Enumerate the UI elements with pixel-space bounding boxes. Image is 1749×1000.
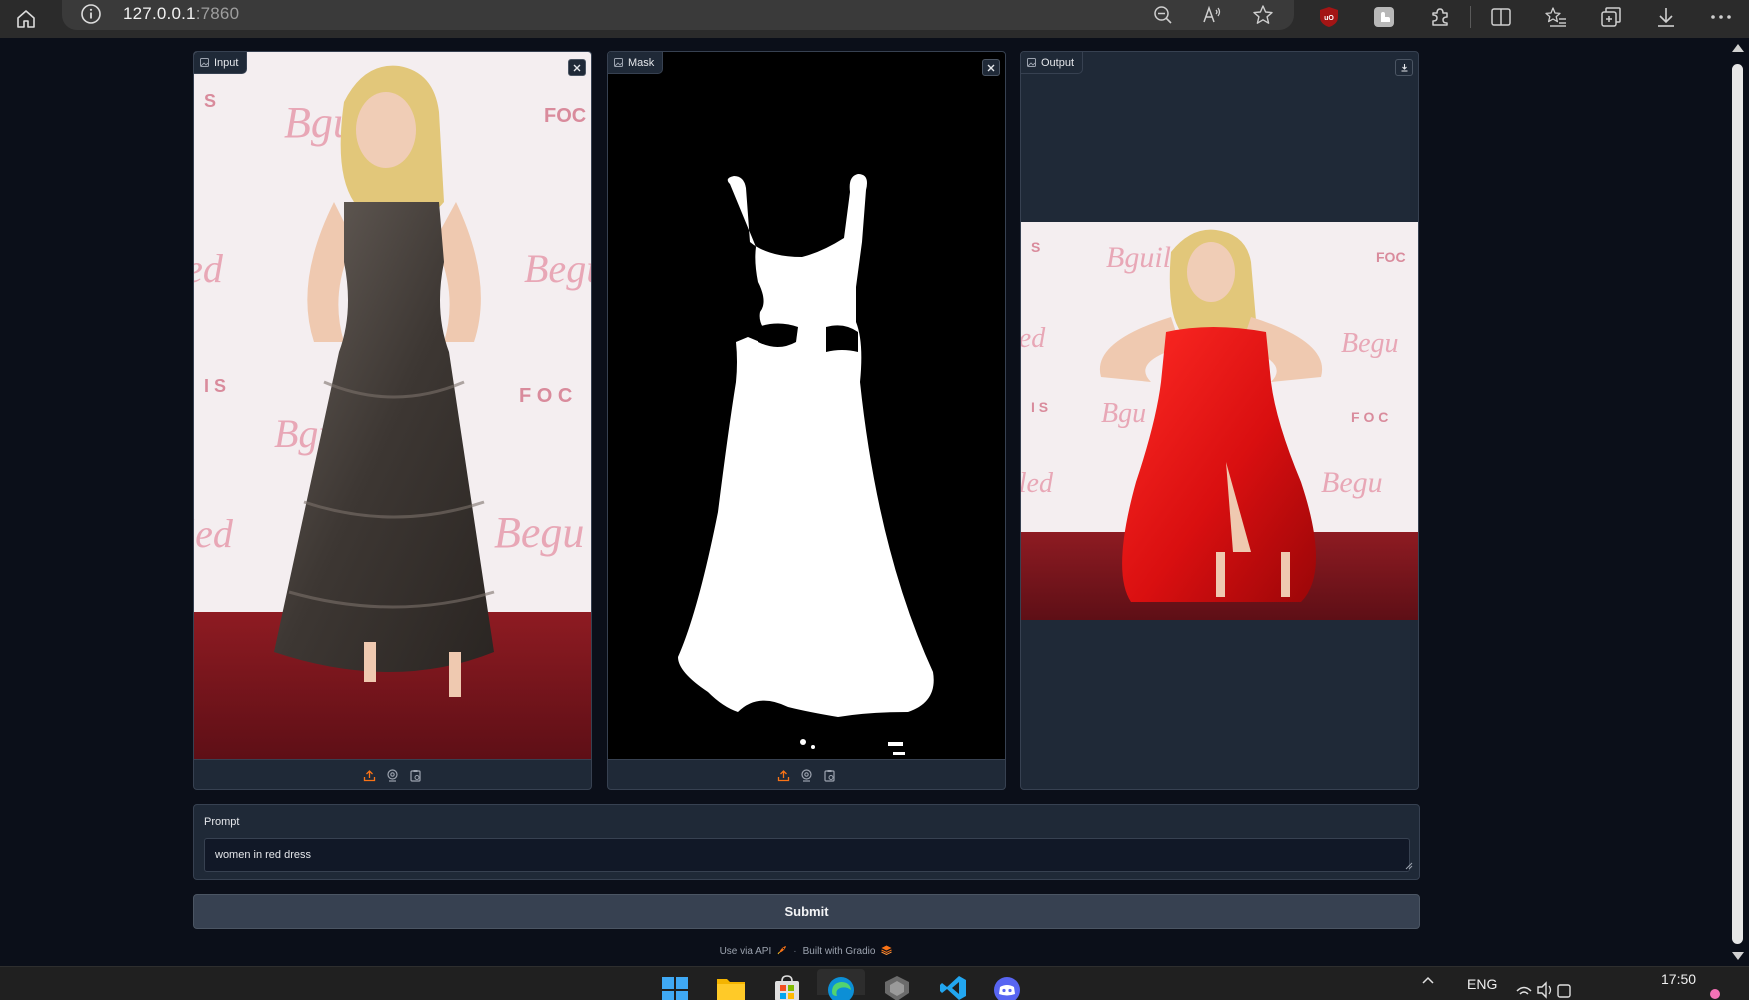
output-image-panel: Bguiled led Begu Bgu iled Begu S FOC I S…: [1020, 51, 1419, 790]
webcam-icon[interactable]: [800, 768, 813, 782]
zoom-out-icon[interactable]: [1149, 2, 1177, 28]
footer-separator: ·: [793, 945, 797, 957]
svg-text:S: S: [1031, 239, 1040, 255]
upload-icon[interactable]: [363, 769, 376, 782]
downloads-icon[interactable]: [1650, 2, 1682, 32]
collections-icon[interactable]: [1595, 2, 1627, 32]
built-with-gradio-link[interactable]: Built with Gradio: [803, 946, 876, 957]
resize-handle-icon[interactable]: [1405, 857, 1413, 875]
extensions-puzzle-icon[interactable]: [1424, 2, 1456, 32]
use-via-api-link[interactable]: Use via API: [720, 946, 772, 957]
tray-chevron-icon[interactable]: [1418, 975, 1438, 1000]
svg-text:uO: uO: [1324, 15, 1334, 22]
svg-text:S: S: [204, 91, 216, 111]
svg-text:Begu: Begu: [524, 246, 591, 291]
output-label-text: Output: [1041, 56, 1075, 69]
network-volume-battery-icon[interactable]: [1514, 975, 1574, 1000]
svg-text:I S: I S: [204, 376, 226, 396]
read-aloud-icon[interactable]: [1199, 2, 1227, 28]
download-icon: [1401, 64, 1407, 72]
input-image-panel: Bguiled led Begu Bgu led Begu S FOC I S …: [193, 51, 592, 790]
scroll-thumb[interactable]: [1732, 64, 1743, 944]
toolbar-divider: [1470, 6, 1471, 28]
clear-input-button[interactable]: [568, 59, 586, 76]
svg-text:F O C: F O C: [519, 385, 572, 407]
upload-icon[interactable]: [777, 769, 790, 782]
site-info-icon[interactable]: [80, 3, 102, 30]
more-menu-icon[interactable]: [1705, 2, 1737, 32]
image-icon: [200, 58, 209, 67]
browser-toolbar: 127.0.0.1:7860 uO: [0, 0, 1749, 38]
submit-button[interactable]: Submit: [193, 894, 1420, 929]
svg-text:iled: iled: [1021, 468, 1054, 499]
split-screen-icon[interactable]: [1485, 2, 1517, 32]
mask-label-text: Mask: [628, 56, 655, 69]
notification-dot[interactable]: [1710, 989, 1720, 999]
clock-time[interactable]: 17:50: [1661, 971, 1696, 987]
address-bar[interactable]: 127.0.0.1:7860: [62, 0, 1294, 30]
close-icon: [573, 64, 581, 71]
image-icon: [614, 58, 623, 67]
download-output-button[interactable]: [1395, 59, 1413, 76]
favorites-list-icon[interactable]: [1540, 2, 1572, 32]
svg-text:led: led: [194, 246, 224, 291]
discord-icon[interactable]: [990, 975, 1024, 1000]
language-indicator[interactable]: ENG: [1467, 976, 1497, 992]
svg-text:I S: I S: [1031, 399, 1048, 415]
output-image[interactable]: Bguiled led Begu Bgu iled Begu S FOC I S…: [1021, 222, 1418, 620]
microsoft-store-icon[interactable]: [770, 975, 804, 1000]
svg-text:F O C: F O C: [1351, 409, 1388, 425]
extension-app-icon[interactable]: [1368, 2, 1400, 32]
webcam-icon[interactable]: [386, 768, 399, 782]
rocket-icon: [777, 945, 787, 958]
prompt-block: Prompt: [193, 804, 1420, 880]
edge-browser-icon[interactable]: [817, 969, 865, 1000]
footer: Use via API · Built with Gradio: [0, 943, 1612, 959]
windows-start-icon[interactable]: [658, 975, 692, 1000]
vscode-icon[interactable]: [936, 975, 970, 1000]
svg-text:Bgu: Bgu: [1101, 398, 1146, 429]
page-scrollbar[interactable]: [1727, 38, 1749, 966]
mask-source-toolbar: [608, 759, 1005, 789]
close-icon: [987, 64, 995, 71]
gradio-logo-icon: [881, 945, 893, 958]
prompt-input[interactable]: [204, 838, 1410, 872]
svg-text:led: led: [1021, 323, 1046, 354]
svg-text:Begu: Begu: [1341, 328, 1399, 359]
input-panel-label: Input: [194, 52, 248, 74]
favorite-star-icon[interactable]: [1249, 2, 1277, 28]
input-image[interactable]: Bguiled led Begu Bgu led Begu S FOC I S …: [194, 52, 591, 759]
input-label-text: Input: [214, 56, 239, 69]
ublock-origin-icon[interactable]: uO: [1313, 2, 1345, 32]
svg-text:Begu: Begu: [1321, 466, 1383, 499]
image-icon: [1027, 58, 1036, 67]
scroll-up-arrow-icon[interactable]: [1732, 44, 1744, 52]
url-port: :7860: [195, 4, 240, 23]
prompt-label: Prompt: [204, 816, 240, 828]
svg-text:Begu: Begu: [494, 508, 584, 557]
scroll-down-arrow-icon[interactable]: [1732, 952, 1744, 960]
home-icon[interactable]: [10, 3, 42, 35]
output-panel-label: Output: [1021, 52, 1084, 74]
url-host: 127.0.0.1: [123, 4, 196, 23]
mask-image[interactable]: [608, 52, 1005, 759]
clipboard-icon[interactable]: [823, 769, 836, 782]
svg-text:FOC: FOC: [544, 105, 586, 127]
svg-text:led: led: [194, 511, 234, 556]
url-text[interactable]: 127.0.0.1:7860: [123, 4, 239, 24]
mask-panel-label: Mask: [608, 52, 664, 74]
clipboard-icon[interactable]: [409, 769, 422, 782]
svg-text:FOC: FOC: [1376, 249, 1406, 265]
mask-image-panel: Mask: [607, 51, 1006, 790]
clear-mask-button[interactable]: [982, 59, 1000, 76]
input-source-toolbar: [194, 759, 591, 789]
os-taskbar: ENG 17:50: [0, 966, 1749, 1000]
app-shield-icon[interactable]: [880, 975, 914, 1000]
file-explorer-icon[interactable]: [714, 975, 748, 1000]
